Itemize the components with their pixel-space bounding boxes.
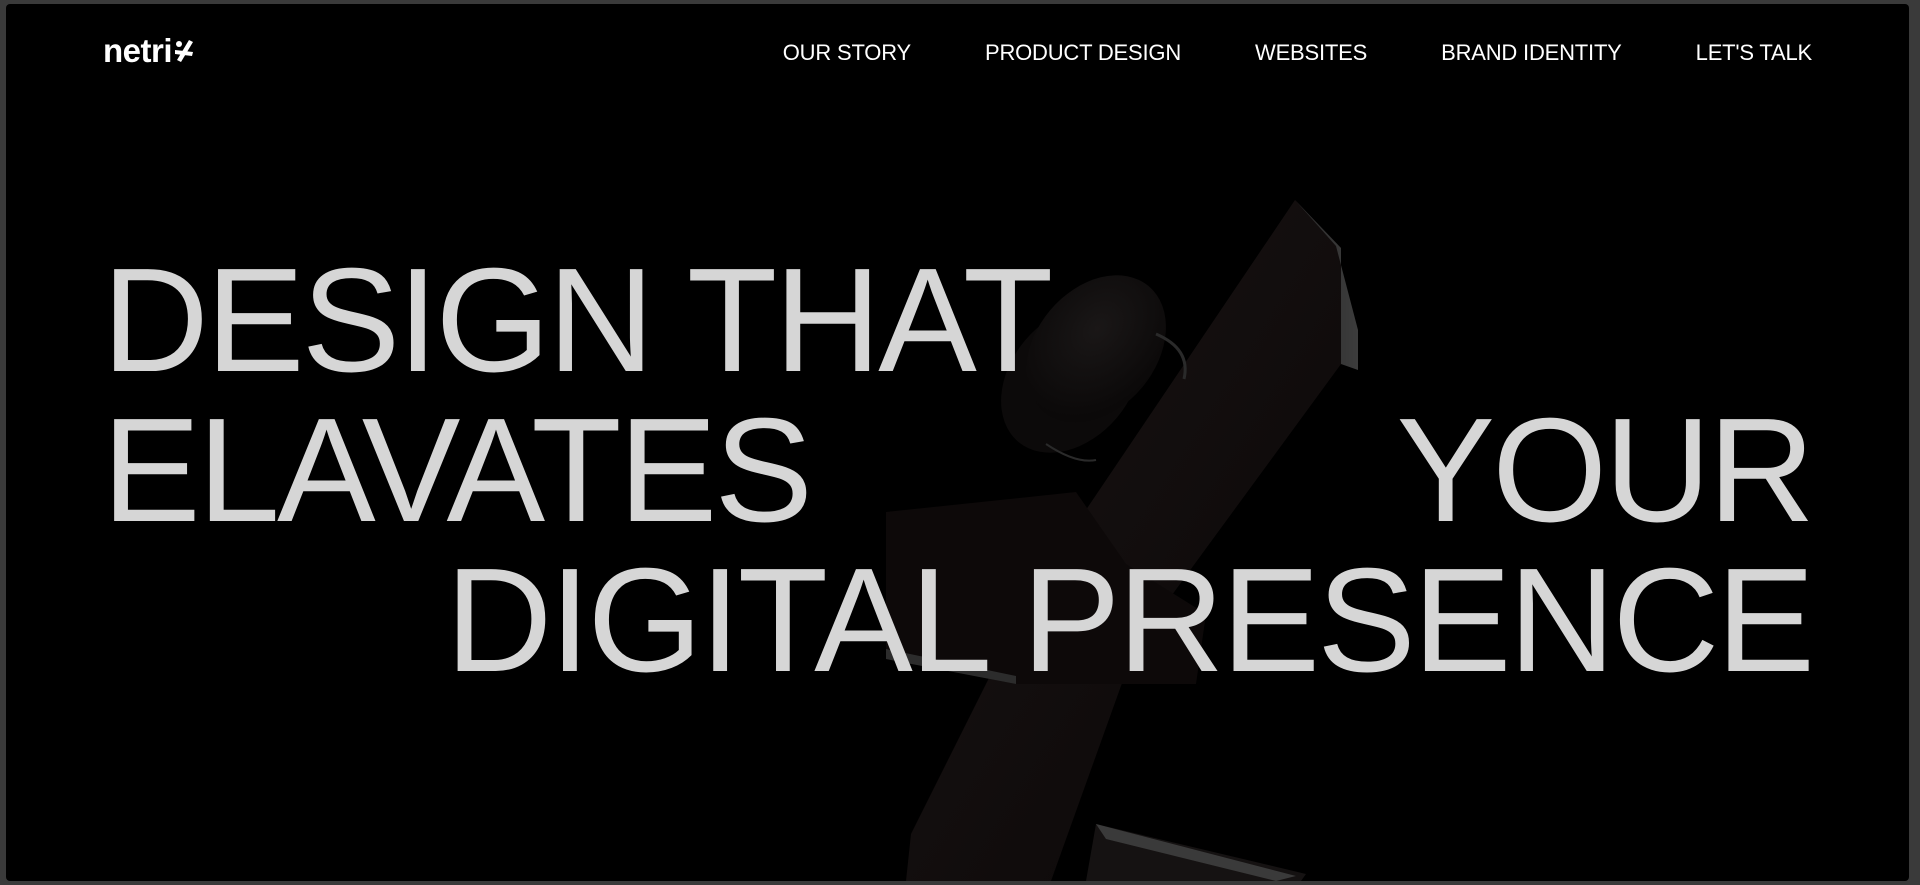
main-menu: OUR STORY PRODUCT DESIGN WEBSITES BRAND … — [709, 40, 1812, 66]
nav-item-lets-talk[interactable]: LET'S TALK — [1696, 40, 1813, 66]
headline-line-1: DESIGN THAT — [102, 238, 1053, 403]
logo-text: netri — [103, 32, 173, 69]
nav-item-websites[interactable]: WEBSITES — [1255, 40, 1367, 66]
brand-logo[interactable]: netri — [103, 32, 195, 70]
headline-line-3: DIGITAL PRESENCE — [445, 538, 1815, 703]
hero-headline: DESIGN THAT ELAVATES YOUR DIGITAL PRESEN… — [6, 4, 1909, 881]
top-navigation: netri OUR STORY PRODUCT DESIGN WEBSITES … — [6, 4, 1909, 104]
headline-line-2-right: YOUR — [1396, 388, 1815, 553]
nav-item-brand-identity[interactable]: BRAND IDENTITY — [1441, 40, 1622, 66]
x-figure-icon — [175, 40, 194, 62]
browser-viewport: netri OUR STORY PRODUCT DESIGN WEBSITES … — [6, 4, 1909, 881]
headline-line-2-left: ELAVATES — [102, 388, 813, 553]
nav-item-product-design[interactable]: PRODUCT DESIGN — [985, 40, 1181, 66]
nav-item-our-story[interactable]: OUR STORY — [783, 40, 911, 66]
